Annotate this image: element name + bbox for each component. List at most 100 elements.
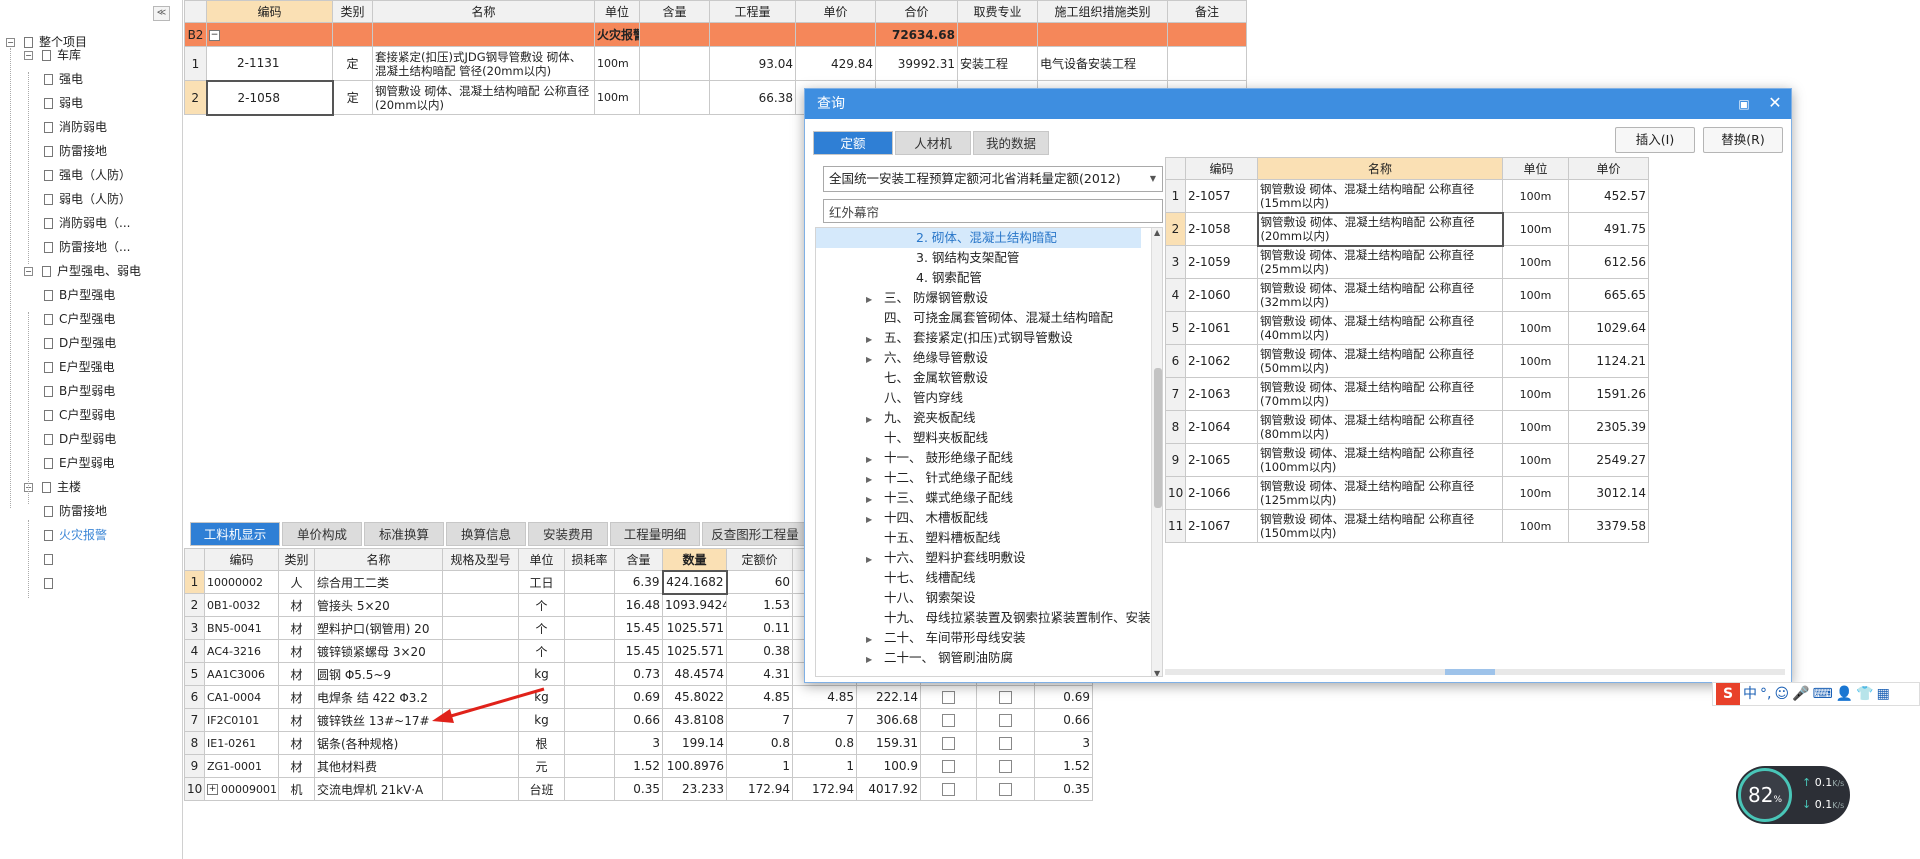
column-header[interactable]: 编码: [206, 0, 333, 23]
code-cell[interactable]: AA1C3006: [204, 662, 279, 686]
market-price-cell[interactable]: 4.85: [792, 685, 857, 709]
checkbox[interactable]: [999, 783, 1012, 796]
result-row[interactable]: 1 2-1057 钢管敷设 砌体、混凝土结构暗配 公称直径(15mm以内) 100m 4…: [1165, 179, 1649, 213]
quota-price-cell[interactable]: 0.38: [726, 639, 793, 663]
loss-rate-cell[interactable]: [564, 777, 615, 801]
column-header[interactable]: 备注: [1167, 0, 1247, 23]
table-row[interactable]: 10 +00009001 机交流电焊机 21kV·A 台班 0.35 23.233 172.…: [184, 777, 1093, 801]
quantity-cell[interactable]: 43.8108: [662, 708, 727, 732]
column-header[interactable]: 单位: [1502, 157, 1569, 180]
tree-item[interactable]: 火灾报警: [44, 525, 107, 545]
expand-icon[interactable]: +: [207, 784, 218, 795]
amount-cell[interactable]: 306.68: [856, 708, 921, 732]
column-header[interactable]: 编码: [1185, 157, 1258, 180]
name-cell[interactable]: 套接紧定(扣压)式JDG钢导管敷设 砌体、混凝土结构暗配 管径(20mm以内): [372, 46, 595, 81]
original-content-cell[interactable]: 0.66: [1034, 708, 1093, 732]
column-header[interactable]: 损耗率: [564, 548, 615, 571]
chapter-item[interactable]: ▶ 六、 绝缘导管敷设: [866, 348, 988, 368]
skin-icon[interactable]: 👕: [1856, 686, 1873, 702]
original-content-cell[interactable]: 3: [1034, 731, 1093, 755]
code-cell[interactable]: +00009001: [204, 777, 279, 801]
checkbox-cell[interactable]: [976, 754, 1035, 778]
chapter-item[interactable]: ▶ 五、 套接紧定(扣压)式钢导管敷设: [866, 328, 1073, 348]
ime-language[interactable]: 中: [1743, 686, 1757, 702]
collapse-toggle-icon[interactable]: −: [209, 29, 220, 41]
unit-cell[interactable]: 台班: [518, 777, 565, 801]
chapter-item[interactable]: 2. 砌体、混凝土结构暗配: [816, 228, 1141, 248]
type-cell[interactable]: 人: [278, 570, 315, 594]
close-icon[interactable]: ✕: [1765, 93, 1785, 113]
column-header[interactable]: 类别: [278, 548, 315, 571]
name-cell[interactable]: 钢管敷设 砌体、混凝土结构暗配 公称直径(15mm以内): [1257, 179, 1503, 213]
name-cell[interactable]: 综合用工二类: [314, 570, 443, 594]
name-cell[interactable]: 钢管敷设 砌体、混凝土结构暗配 公称直径(100mm以内): [1257, 443, 1503, 477]
price-cell[interactable]: 612.56: [1568, 245, 1649, 279]
unit-cell[interactable]: 100m: [1502, 278, 1569, 312]
price-cell[interactable]: 1124.21: [1568, 344, 1649, 378]
collapse-toggle-icon[interactable]: −: [24, 51, 33, 60]
amount-cell[interactable]: 4017.92: [856, 777, 921, 801]
checkbox[interactable]: [942, 760, 955, 773]
type-cell[interactable]: 材: [278, 662, 315, 686]
code-cell[interactable]: ZG1-0001: [204, 754, 279, 778]
name-cell[interactable]: 钢管敷设 砌体、混凝土结构暗配 公称直径(20mm以内): [1256, 211, 1504, 247]
column-header[interactable]: 名称: [1257, 157, 1503, 180]
result-row[interactable]: 5 2-1061 钢管敷设 砌体、混凝土结构暗配 公称直径(40mm以内) 100m 1…: [1165, 311, 1649, 345]
type-cell[interactable]: 材: [278, 708, 315, 732]
spec-cell[interactable]: [442, 754, 519, 778]
checkbox[interactable]: [942, 714, 955, 727]
unit-cell[interactable]: 100m: [594, 80, 640, 115]
checkbox[interactable]: [942, 783, 955, 796]
code-cell[interactable]: 2-1062: [1185, 344, 1258, 378]
column-header[interactable]: 单价: [795, 0, 876, 23]
unit-cell[interactable]: 100m: [594, 46, 640, 81]
checkbox-cell[interactable]: [920, 708, 977, 732]
network-speed-widget[interactable]: 82% ↑ 0.1K/s ↓ 0.1K/s: [1736, 766, 1850, 824]
loss-rate-cell[interactable]: [564, 662, 615, 686]
unit-cell[interactable]: 100m: [1502, 311, 1569, 345]
name-cell[interactable]: 交流电焊机 21kV·A: [314, 777, 443, 801]
content-cell[interactable]: 15.45: [614, 639, 663, 663]
name-cell[interactable]: 钢管敷设 砌体、混凝土结构暗配 公称直径(50mm以内): [1257, 344, 1503, 378]
chapter-item[interactable]: ▶ 十四、 木槽板配线: [866, 508, 988, 528]
checkbox[interactable]: [999, 760, 1012, 773]
result-row[interactable]: 6 2-1062 钢管敷设 砌体、混凝土结构暗配 公称直径(50mm以内) 100m 1…: [1165, 344, 1649, 378]
checkbox-cell[interactable]: [920, 731, 977, 755]
chapter-item[interactable]: ▶ 十一、 鼓形绝缘子配线: [866, 448, 1013, 468]
column-header[interactable]: 数量: [662, 548, 727, 571]
result-row[interactable]: 2 2-1058 钢管敷设 砌体、混凝土结构暗配 公称直径(20mm以内) 100m 4…: [1165, 211, 1649, 247]
tree-scrollbar[interactable]: ▲ ▼: [1151, 228, 1162, 676]
result-row[interactable]: 4 2-1060 钢管敷设 砌体、混凝土结构暗配 公称直径(32mm以内) 100m 6…: [1165, 278, 1649, 312]
content-cell[interactable]: 1.52: [614, 754, 663, 778]
expand-arrow-icon[interactable]: ▶: [866, 330, 884, 350]
unit-cell[interactable]: kg: [518, 662, 565, 686]
insert-button[interactable]: 插入(I): [1615, 127, 1695, 153]
unit-cell[interactable]: 100m: [1502, 344, 1569, 378]
tree-item[interactable]: 防雷接地: [44, 501, 107, 521]
category-cell[interactable]: 电气设备安装工程: [1037, 46, 1168, 81]
tree-item[interactable]: B户型弱电: [44, 381, 115, 401]
name-cell[interactable]: 锯条(各种规格): [314, 731, 443, 755]
column-header[interactable]: 合价: [875, 0, 958, 23]
quantity-cell[interactable]: 93.04: [709, 46, 796, 81]
loss-rate-cell[interactable]: [564, 685, 615, 709]
column-header[interactable]: 取费专业: [957, 0, 1038, 23]
tree-item[interactable]: D户型弱电: [44, 429, 116, 449]
column-header[interactable]: 定额价: [726, 548, 793, 571]
content-cell[interactable]: 0.69: [614, 685, 663, 709]
collapse-toggle-icon[interactable]: −: [6, 38, 15, 47]
result-row[interactable]: 11 2-1067 钢管敷设 砌体、混凝土结构暗配 公称直径(150mm以内) 100…: [1165, 509, 1649, 543]
checkbox[interactable]: [999, 714, 1012, 727]
table-row[interactable]: 9 ZG1-0001 材其他材料费元 1.52 100.8976 1 1 100.9 1.52: [184, 754, 1093, 778]
chapter-item[interactable]: 十、 塑料夹板配线: [866, 428, 988, 448]
chapter-item[interactable]: ▶ 三、 防爆钢管敷设: [866, 288, 988, 308]
chapter-item[interactable]: 4. 钢索配管: [898, 268, 982, 288]
quota-price-cell[interactable]: 1.53: [726, 593, 793, 617]
quantity-cell[interactable]: 1025.571: [662, 639, 727, 663]
code-cell[interactable]: 2-1064: [1185, 410, 1258, 444]
chapter-item[interactable]: ▶ 十六、 塑料护套线明敷设: [866, 548, 1025, 568]
spec-cell[interactable]: [442, 639, 519, 663]
chapter-item[interactable]: 十五、 塑料槽板配线: [866, 528, 1000, 548]
tab-1[interactable]: 单价构成: [282, 522, 362, 546]
tree-item[interactable]: 弱电（人防）: [44, 189, 131, 209]
